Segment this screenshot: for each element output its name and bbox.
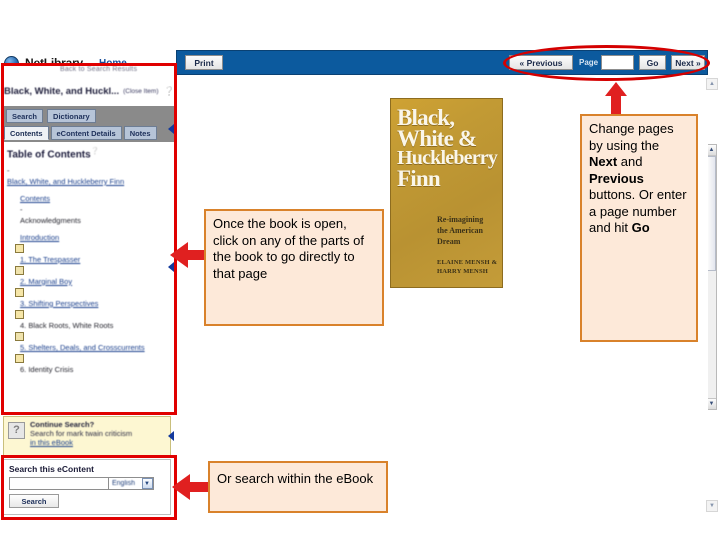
highlight-rect-search <box>1 455 177 520</box>
question-mark-icon: ? <box>8 422 25 439</box>
callout-pagination-bold1: Next <box>589 154 618 169</box>
callout-pagination-bold3: Go <box>631 220 650 235</box>
highlight-rect-toc <box>1 63 177 415</box>
book-cover-title: Black, White & Huckleberry Finn <box>397 105 501 191</box>
book-subtitle-line-2: the American <box>437 225 483 235</box>
book-author-line-2: HARRY MENSH <box>437 267 489 275</box>
book-subtitle-line-1: Re-imagining <box>437 215 484 224</box>
continue-search-text-group: Continue Search? Search for mark twain c… <box>30 420 132 452</box>
continue-search-query: Search for mark twain criticism <box>30 429 133 438</box>
book-title-line-3: Huckleberry <box>397 147 498 170</box>
panel-collapse-icon[interactable] <box>168 431 174 441</box>
book-cover-subtitle: Re-imagining the American Dream <box>437 215 501 247</box>
callout-toc: Once the book is open, click on any of t… <box>204 209 384 326</box>
callout-pagination-part1: Change pages by using the <box>589 121 674 153</box>
book-author-line-1: ELAINE MENSH & <box>437 259 498 266</box>
continue-search-link[interactable]: in this eBook <box>30 438 132 447</box>
continue-search-title: Continue Search? <box>30 420 95 429</box>
pointer-arrow-up-pagination <box>605 82 627 115</box>
book-title-line-1: Black, <box>397 105 455 130</box>
scroll-up-arrow[interactable]: ▲ <box>706 78 718 90</box>
print-button[interactable]: Print <box>185 55 223 70</box>
screenshot-root: NetLibrary Home Back to Search Results B… <box>0 0 720 540</box>
callout-search: Or search within the eBook <box>208 461 388 513</box>
book-title-line-2: White & <box>397 126 477 152</box>
book-cover-authors: ELAINE MENSH & HARRY MENSH <box>437 259 502 277</box>
book-subtitle-line-3: Dream <box>437 236 461 246</box>
panel-collapse-icon[interactable] <box>168 124 174 134</box>
callout-pagination: Change pages by using the Next and Previ… <box>580 114 698 342</box>
book-title-line-4: Finn <box>397 165 441 191</box>
scroll-down-arrow[interactable]: ▼ <box>706 500 718 512</box>
callout-pagination-bold2: Previous <box>589 170 644 186</box>
highlight-ellipse-pagination <box>503 45 710 81</box>
book-cover-image[interactable]: Black, White & Huckleberry Finn Re-imagi… <box>390 98 503 288</box>
callout-pagination-part2: and <box>617 154 643 169</box>
continue-search-box: ? Continue Search? Search for mark twain… <box>3 416 171 456</box>
content-scrollbar[interactable]: ▲ ▼ <box>706 78 718 512</box>
